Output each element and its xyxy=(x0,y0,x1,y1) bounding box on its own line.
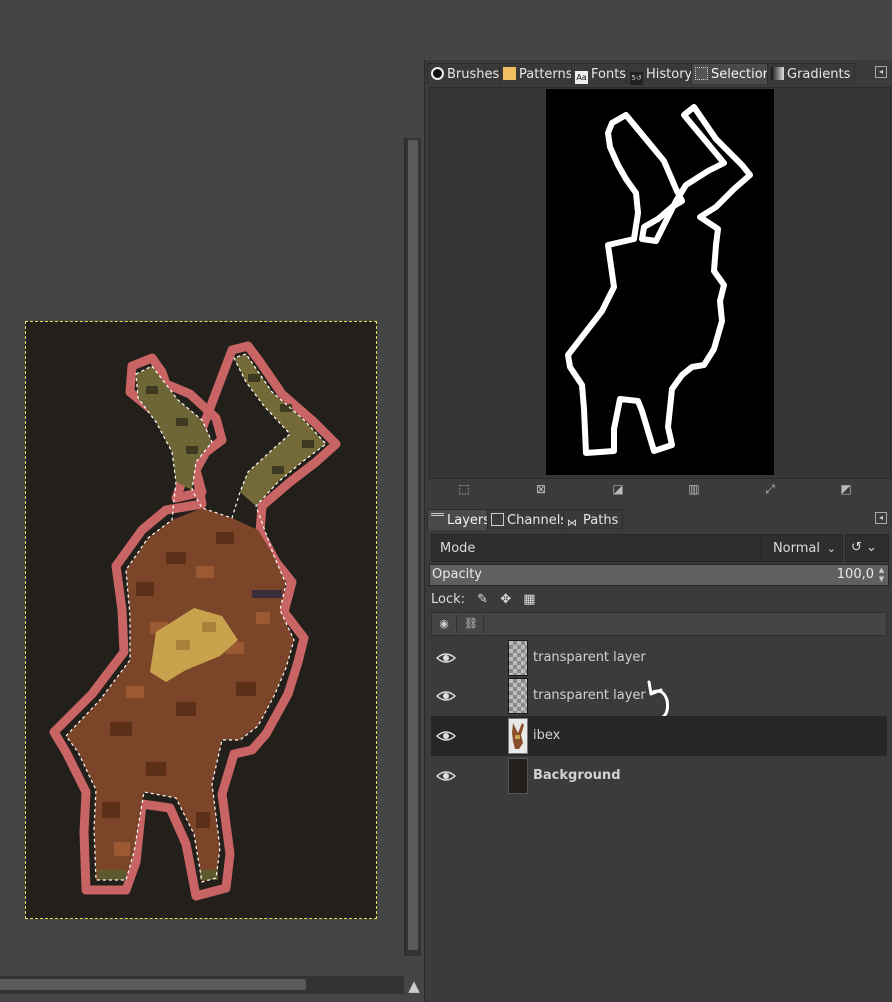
history-icon: 5↺ xyxy=(630,72,643,85)
lock-label: Lock: xyxy=(431,592,466,607)
selection-editor xyxy=(429,87,891,479)
mode-dropdown[interactable]: Normal ⌄ xyxy=(761,534,843,562)
layer-name[interactable]: transparent layer xyxy=(533,676,646,716)
pattern-icon xyxy=(503,67,516,80)
reset-mode-icon[interactable]: ↺ ⌄ xyxy=(845,534,889,562)
tab-patterns[interactable]: Patterns xyxy=(499,63,578,84)
tab-history-label: History xyxy=(646,67,693,82)
lock-row: Lock: ✎ ✥ ▦ xyxy=(431,590,536,610)
vertical-scrollbar[interactable] xyxy=(404,138,421,956)
to-path-icon[interactable]: ⤢ xyxy=(763,482,777,496)
vertical-scroll-thumb[interactable] xyxy=(408,140,418,950)
chain-header-icon: ⛓ xyxy=(459,615,484,633)
channels-icon xyxy=(491,513,504,526)
tab-selection-label: Selection xyxy=(711,67,771,82)
select-all-icon[interactable]: ⬚ xyxy=(457,482,471,496)
tab-history[interactable]: 5↺ History xyxy=(626,63,698,85)
chevron-down-icon: ⌄ xyxy=(826,542,836,555)
tab-fonts-label: Fonts xyxy=(591,67,627,82)
eye-icon[interactable] xyxy=(435,687,457,705)
layers-header: ◉ ⛓ xyxy=(431,612,887,636)
layer-name[interactable]: transparent layer xyxy=(533,638,646,678)
layer-row[interactable]: ibex xyxy=(431,716,887,756)
selection-mask-preview[interactable] xyxy=(546,89,774,475)
navigate-icon[interactable]: ▲ xyxy=(404,976,424,996)
paths-icon: ⋈ xyxy=(567,518,577,529)
tab-paths-label: Paths xyxy=(583,513,619,528)
image-canvas-area[interactable]: ▲ xyxy=(0,0,424,1002)
horizontal-scroll-thumb[interactable] xyxy=(0,979,306,990)
tab-gradients-label: Gradients xyxy=(787,67,851,82)
dock-menu-icon[interactable]: ◂ xyxy=(875,66,887,78)
tab-layers[interactable]: Layers xyxy=(427,509,496,530)
lock-alpha-icon[interactable]: ▦ xyxy=(523,590,535,610)
tab-channels-label: Channels xyxy=(507,513,568,528)
layer-row[interactable]: transparent layer xyxy=(431,676,887,721)
eye-icon[interactable] xyxy=(435,727,457,745)
lock-pixels-icon[interactable]: ✎ xyxy=(477,590,488,610)
layer-name[interactable]: ibex xyxy=(533,716,560,756)
horizontal-scrollbar[interactable] xyxy=(0,976,404,994)
gradient-icon xyxy=(771,67,784,80)
tab-layers-label: Layers xyxy=(447,513,491,528)
stroke-selection-icon[interactable]: ◩ xyxy=(839,482,853,496)
tab-paths[interactable]: ⋈ Paths xyxy=(563,509,624,530)
layer-thumbnail xyxy=(508,758,528,794)
selection-icon xyxy=(695,67,708,80)
tab-brushes[interactable]: Brushes xyxy=(427,63,505,84)
layer-name[interactable]: Background xyxy=(533,756,621,796)
eye-icon[interactable] xyxy=(435,649,457,667)
ibex-eye xyxy=(252,590,282,598)
opacity-value: 100,0 xyxy=(836,567,874,582)
layers-icon xyxy=(431,513,444,526)
opacity-spin-icon[interactable]: ▲ ▼ xyxy=(876,566,887,584)
selection-buttons: ⬚ ⊠ ◪ ▥ ⤢ ◩ xyxy=(429,477,889,501)
tab-brushes-label: Brushes xyxy=(447,67,500,82)
tab-patterns-label: Patterns xyxy=(519,67,573,82)
lock-position-icon[interactable]: ✥ xyxy=(500,590,511,610)
invert-selection-icon[interactable]: ◪ xyxy=(611,482,625,496)
layer-row[interactable]: Background xyxy=(431,756,887,796)
layer-thumbnail xyxy=(508,640,528,676)
tab-fonts[interactable]: Aa Fonts xyxy=(571,63,632,84)
brush-icon xyxy=(431,67,444,80)
tab-selection[interactable]: Selection xyxy=(691,63,776,84)
horn-right xyxy=(234,354,326,506)
ibex-image xyxy=(49,341,341,901)
font-icon: Aa xyxy=(575,71,588,84)
layers-tabbar: Layers Channels ⋈ Paths ◂ xyxy=(425,506,892,530)
layer-row[interactable]: transparent layer xyxy=(431,638,887,678)
selection-mask-outline xyxy=(565,104,753,456)
image-canvas[interactable] xyxy=(25,321,377,919)
tab-gradients[interactable]: Gradients xyxy=(767,63,856,84)
layers-panel: Layers Channels ⋈ Paths ◂ Mode Normal ⌄ ↺… xyxy=(425,506,892,1002)
tab-channels[interactable]: Channels xyxy=(487,509,573,530)
dock-tabbar: Brushes Patterns Aa Fonts 5↺ History Selec… xyxy=(425,60,892,85)
select-none-icon[interactable]: ⊠ xyxy=(534,482,548,496)
layer-thumbnail xyxy=(508,718,528,754)
layer-thumbnail xyxy=(508,678,528,714)
mode-row: Mode Normal ⌄ ↺ ⌄ xyxy=(429,534,889,562)
layers-menu-icon[interactable]: ◂ xyxy=(875,512,887,524)
opacity-slider[interactable]: Opacity 100,0 ▲ ▼ xyxy=(429,564,889,586)
eye-icon[interactable] xyxy=(435,767,457,785)
opacity-label: Opacity xyxy=(432,567,483,582)
save-to-channel-icon[interactable]: ▥ xyxy=(687,482,701,496)
mode-value: Normal xyxy=(772,541,820,556)
mode-label: Mode xyxy=(431,534,761,562)
layer-list: transparent layer transparent layer ibex xyxy=(431,638,887,808)
visibility-header-icon: ◉ xyxy=(432,615,457,633)
right-dock: Brushes Patterns Aa Fonts 5↺ History Selec… xyxy=(424,60,892,1002)
